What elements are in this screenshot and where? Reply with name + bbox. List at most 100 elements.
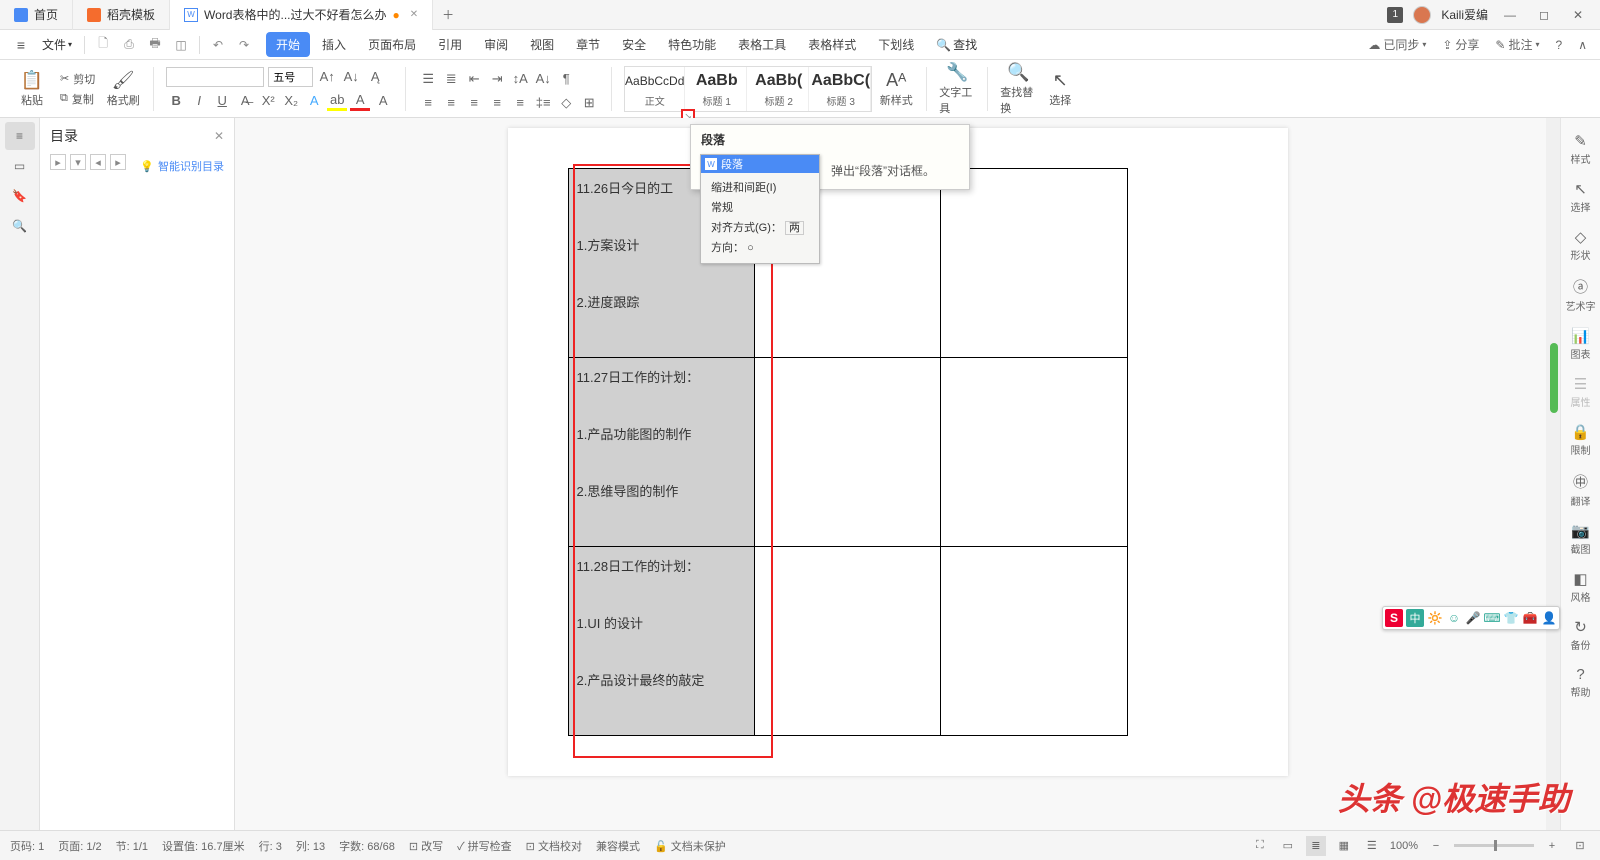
table-cell[interactable] [754, 547, 940, 736]
rtool-wordart[interactable]: ⓐ艺术字 [1566, 272, 1596, 317]
sync-status[interactable]: ☁已同步▾ [1363, 36, 1431, 53]
subscript-button[interactable]: X₂ [281, 91, 301, 111]
zoom-out-button[interactable]: − [1426, 836, 1446, 856]
rtool-chart[interactable]: 📊图表 [1566, 323, 1596, 365]
toc-demote-button[interactable]: ▸ [110, 154, 126, 170]
superscript-button[interactable]: X² [258, 91, 278, 111]
search-label[interactable]: 查找 [953, 36, 977, 53]
rtool-theme[interactable]: ◧风格 [1566, 566, 1596, 608]
print-layout-button[interactable]: ≣ [1306, 836, 1326, 856]
format-painter-button[interactable]: 🖌格式刷 [105, 70, 141, 108]
status-page[interactable]: 页码: 1 [10, 838, 44, 854]
select-button[interactable]: ↖选择 [1042, 70, 1078, 108]
decrease-font-icon[interactable]: A↓ [341, 67, 361, 87]
table-cell[interactable] [941, 358, 1127, 547]
numbering-button[interactable]: ≣ [441, 69, 461, 89]
increase-indent-button[interactable]: ⇥ [487, 69, 507, 89]
font-name-input[interactable] [166, 67, 264, 87]
hamburger-icon[interactable]: ≡ [8, 32, 34, 58]
bookmark-nav-button[interactable]: 🔖 [5, 182, 35, 210]
clear-format-icon[interactable]: Ą [365, 67, 385, 87]
print-preview-icon[interactable]: ⎙ [117, 33, 141, 57]
tab-home[interactable]: 首页 [0, 0, 73, 30]
smart-toc-button[interactable]: 💡智能识别目录 [140, 158, 224, 174]
sogou-icon[interactable]: S [1385, 609, 1403, 627]
tab-section[interactable]: 章节 [566, 32, 610, 57]
tab-references[interactable]: 引用 [428, 32, 472, 57]
tab-view[interactable]: 视图 [520, 32, 564, 57]
table-cell[interactable] [754, 358, 940, 547]
font-size-input[interactable] [268, 67, 313, 87]
scroll-thumb[interactable] [1550, 343, 1558, 413]
document-area[interactable]: 11.26日今日的工 1.方案设计 2.进度跟踪 11.27日工作的计划： 1.… [235, 118, 1560, 830]
document-table[interactable]: 11.26日今日的工 1.方案设计 2.进度跟踪 11.27日工作的计划： 1.… [568, 168, 1128, 736]
toc-collapse-button[interactable]: ▾ [70, 154, 86, 170]
rtool-select[interactable]: ↖选择 [1566, 176, 1596, 218]
table-cell[interactable]: 11.28日工作的计划： 1.UI 的设计 2.产品设计最终的敲定 [568, 547, 754, 736]
tab-underline[interactable]: 下划线 [868, 32, 924, 57]
redo-icon[interactable]: ↷ [232, 33, 256, 57]
zoom-level[interactable]: 100% [1390, 840, 1418, 852]
close-icon[interactable]: ✕ [214, 129, 224, 143]
style-heading2[interactable]: AaBb(标题 2 [749, 67, 809, 111]
ime-voice-icon[interactable]: 🎤 [1465, 610, 1481, 626]
status-revise[interactable]: ⊡ 改写 [409, 838, 443, 854]
paste-button[interactable]: 📋粘贴 [14, 70, 50, 108]
table-row[interactable]: 11.27日工作的计划： 1.产品功能图的制作 2.思维导图的制作 [568, 358, 1127, 547]
tab-security[interactable]: 安全 [612, 32, 656, 57]
maximize-button[interactable]: ◻ [1532, 3, 1556, 27]
web-layout-button[interactable]: ▦ [1334, 836, 1354, 856]
justify-button[interactable]: ≡ [487, 93, 507, 113]
new-style-button[interactable]: Aᴬ新样式 [878, 70, 914, 108]
table-row[interactable]: 11.26日今日的工 1.方案设计 2.进度跟踪 [568, 169, 1127, 358]
borders-button[interactable]: ⊞ [579, 93, 599, 113]
ime-toolbox-icon[interactable]: 🧰 [1522, 610, 1538, 626]
scrollbar[interactable] [1546, 118, 1560, 830]
style-gallery[interactable]: AaBbCcDd正文 AaBb标题 1 AaBb(标题 2 AaBbC(标题 3 [624, 66, 872, 112]
align-center-button[interactable]: ≡ [441, 93, 461, 113]
notification-badge[interactable]: 1 [1387, 7, 1403, 23]
collapse-ribbon-icon[interactable]: ∧ [1573, 38, 1592, 52]
tab-table-style[interactable]: 表格样式 [798, 32, 866, 57]
align-left-button[interactable]: ≡ [418, 93, 438, 113]
status-setting[interactable]: 设置值: 16.7厘米 [162, 838, 245, 854]
status-col[interactable]: 列: 13 [296, 838, 325, 854]
search-nav-button[interactable]: 🔍 [5, 212, 35, 240]
tab-start[interactable]: 开始 [266, 32, 310, 57]
text-direction-button[interactable]: ↕A [510, 69, 530, 89]
copy-button[interactable]: ⧉复制 [56, 90, 99, 108]
highlight-button[interactable]: ab [327, 91, 347, 111]
status-section[interactable]: 节: 1/1 [116, 838, 148, 854]
close-window-button[interactable]: ✕ [1566, 3, 1590, 27]
page-nav-button[interactable]: ▭ [5, 152, 35, 180]
strikethrough-button[interactable]: A̶ [235, 91, 255, 111]
rtool-translate[interactable]: ㊥翻译 [1566, 467, 1596, 512]
outline-nav-button[interactable]: ≡ [5, 122, 35, 150]
status-compat[interactable]: 兼容模式 [596, 838, 640, 854]
ime-skin-icon[interactable]: 👕 [1503, 610, 1519, 626]
ime-punct-icon[interactable]: 🔆 [1427, 610, 1443, 626]
style-heading3[interactable]: AaBbC(标题 3 [811, 67, 871, 111]
status-pages[interactable]: 页面: 1/2 [58, 838, 101, 854]
status-spell[interactable]: ✓ 拼写检查 [457, 838, 512, 854]
tab-features[interactable]: 特色功能 [658, 32, 726, 57]
close-icon[interactable]: ✕ [410, 9, 418, 20]
save-icon[interactable]: 🗋 [91, 33, 115, 57]
status-words[interactable]: 字数: 68/68 [339, 838, 395, 854]
tab-docer[interactable]: 稻壳模板 [73, 0, 170, 30]
rtool-property[interactable]: ☰属性 [1566, 371, 1596, 413]
fullscreen-button[interactable]: ⛶ [1250, 836, 1270, 856]
preview-icon[interactable]: ◫ [169, 33, 193, 57]
distribute-button[interactable]: ≡ [510, 93, 530, 113]
decrease-indent-button[interactable]: ⇤ [464, 69, 484, 89]
rtool-screenshot[interactable]: 📷截图 [1566, 518, 1596, 560]
toc-promote-button[interactable]: ◂ [90, 154, 106, 170]
bullets-button[interactable]: ☰ [418, 69, 438, 89]
tab-layout[interactable]: 页面布局 [358, 32, 426, 57]
increase-font-icon[interactable]: A↑ [317, 67, 337, 87]
style-heading1[interactable]: AaBb标题 1 [687, 67, 747, 111]
avatar[interactable] [1413, 6, 1431, 24]
status-row[interactable]: 行: 3 [259, 838, 282, 854]
rtool-style[interactable]: ✎样式 [1566, 128, 1596, 170]
status-proof[interactable]: ⊡ 文档校对 [526, 838, 582, 854]
